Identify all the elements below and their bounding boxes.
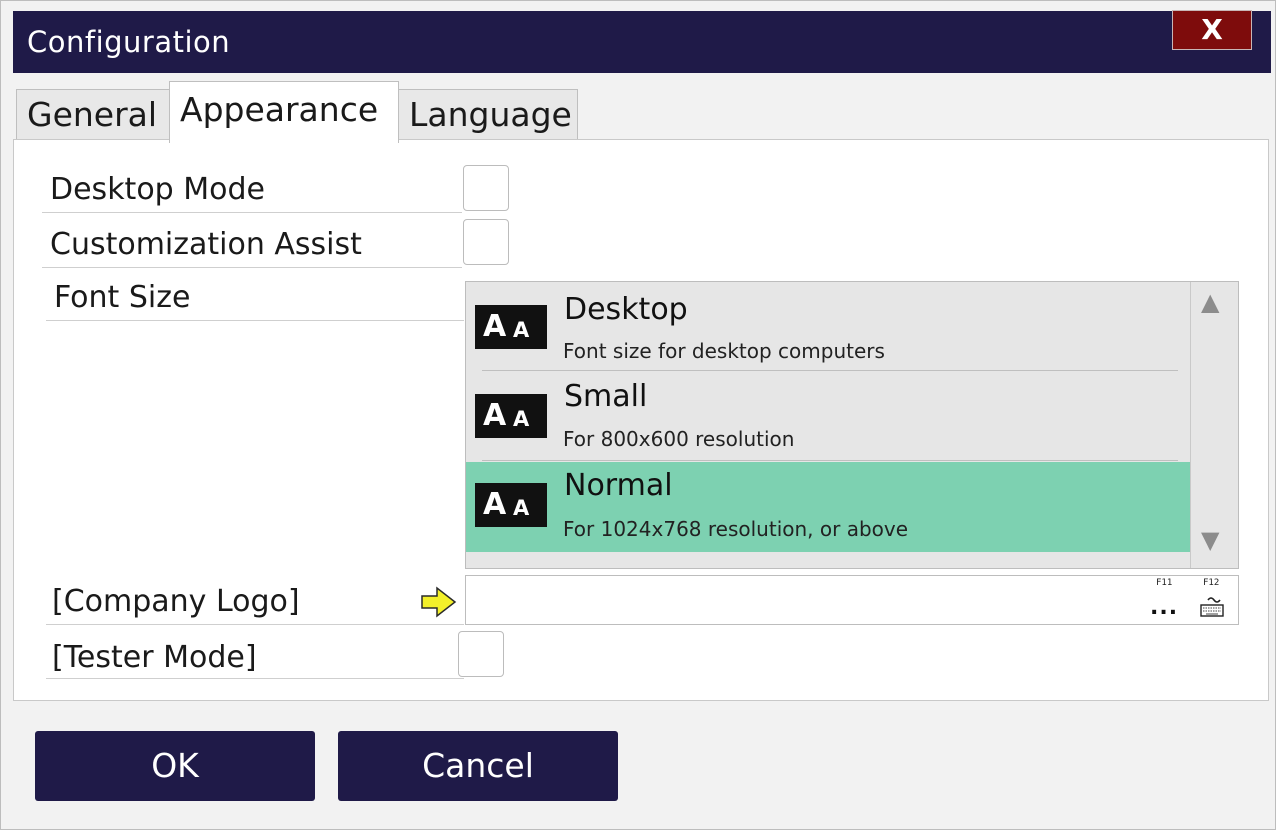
keyboard-icon[interactable] bbox=[1199, 594, 1225, 618]
browse-button[interactable]: ... bbox=[1150, 597, 1178, 619]
tester-mode-checkbox[interactable] bbox=[458, 631, 504, 677]
row-divider bbox=[42, 267, 462, 268]
close-button[interactable]: X bbox=[1172, 10, 1252, 50]
font-size-list: AA Desktop Font size for desktop compute… bbox=[465, 281, 1239, 569]
f12-hint: F12 bbox=[1203, 578, 1220, 588]
option-divider bbox=[482, 460, 1178, 461]
option-divider bbox=[482, 370, 1178, 371]
company-logo-label: [Company Logo] bbox=[52, 584, 300, 619]
ok-button[interactable]: OK bbox=[35, 731, 315, 801]
font-size-icon: AA bbox=[475, 305, 547, 349]
font-size-label: Font Size bbox=[54, 280, 191, 315]
desktop-mode-label: Desktop Mode bbox=[50, 172, 265, 207]
title-bar: Configuration X bbox=[13, 10, 1271, 73]
desktop-mode-checkbox[interactable] bbox=[463, 165, 509, 211]
customization-assist-label: Customization Assist bbox=[50, 227, 362, 262]
customization-assist-checkbox[interactable] bbox=[463, 219, 509, 265]
company-logo-input[interactable]: F11 F12 ... bbox=[465, 575, 1239, 625]
font-option-desktop[interactable]: AA Desktop Font size for desktop compute… bbox=[466, 282, 1190, 372]
row-divider bbox=[42, 212, 462, 213]
font-size-icon: AA bbox=[475, 394, 547, 438]
option-description: For 800x600 resolution bbox=[563, 427, 795, 451]
option-description: For 1024x768 resolution, or above bbox=[563, 517, 909, 541]
arrow-right-icon bbox=[421, 586, 457, 618]
cancel-button[interactable]: Cancel bbox=[338, 731, 618, 801]
tab-appearance[interactable]: Appearance bbox=[169, 81, 399, 143]
tab-general[interactable]: General bbox=[16, 89, 170, 141]
option-title: Small bbox=[564, 379, 648, 414]
row-divider bbox=[46, 320, 464, 321]
tester-mode-label: [Tester Mode] bbox=[52, 640, 257, 675]
dialog-title: Configuration bbox=[27, 25, 231, 59]
font-size-icon: AA bbox=[475, 483, 547, 527]
scroll-up-icon[interactable]: ▲ bbox=[1201, 288, 1219, 316]
row-divider bbox=[46, 624, 464, 625]
option-title: Normal bbox=[564, 468, 673, 503]
appearance-panel: Desktop Mode Customization Assist Font S… bbox=[13, 139, 1269, 701]
tab-language[interactable]: Language bbox=[398, 89, 578, 141]
option-title: Desktop bbox=[564, 292, 688, 327]
font-option-normal[interactable]: AA Normal For 1024x768 resolution, or ab… bbox=[466, 462, 1190, 552]
row-divider bbox=[46, 678, 464, 679]
option-description: Font size for desktop computers bbox=[563, 339, 885, 363]
scroll-down-icon[interactable]: ▼ bbox=[1201, 526, 1219, 554]
font-option-small[interactable]: AA Small For 800x600 resolution bbox=[466, 372, 1190, 462]
f11-hint: F11 bbox=[1156, 578, 1173, 588]
font-list-scrollbar[interactable]: ▲ ▼ bbox=[1190, 282, 1238, 568]
configuration-dialog: Configuration X General Appearance Langu… bbox=[0, 0, 1276, 830]
